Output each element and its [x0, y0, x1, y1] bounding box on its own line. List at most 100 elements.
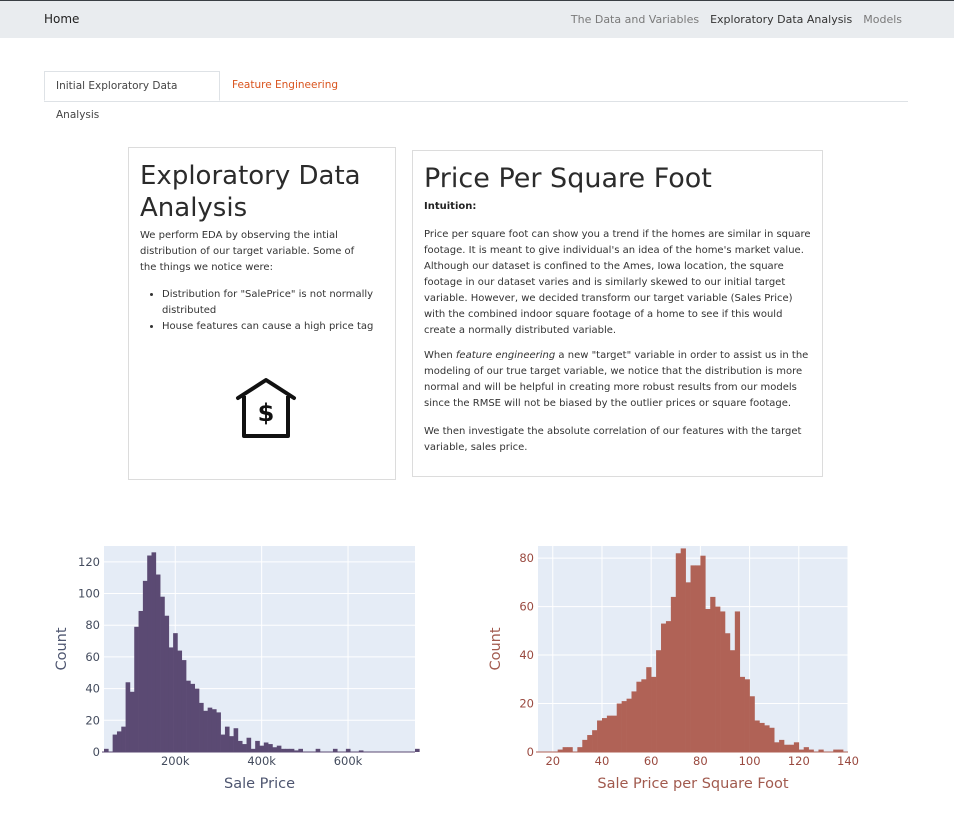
intuition-label: Intuition:	[424, 201, 477, 212]
histogram-bar	[203, 710, 208, 752]
histogram-bar	[229, 736, 234, 752]
tab-feature-engineering[interactable]: Feature Engineering	[221, 71, 349, 100]
x-tick-label: 80	[693, 754, 708, 768]
x-tick-label: 140	[837, 754, 859, 768]
histogram-bar	[621, 701, 627, 752]
nav-link-data-variables[interactable]: The Data and Variables	[571, 13, 699, 26]
histogram-bar	[168, 647, 174, 752]
histogram-bar	[268, 744, 273, 752]
y-tick-label: 20	[85, 713, 100, 727]
histogram-bar	[705, 609, 711, 752]
intuition-paragraph-1: Price per square foot can show you a tre…	[424, 229, 811, 336]
histogram-bar	[220, 734, 226, 752]
sale-price-histogram: 0 20 40 60 80 100 120 200k 400k 600k Sale Price Cou…	[54, 546, 420, 792]
histogram-bar	[651, 676, 657, 752]
tab-bar: Initial Exploratory Data Analysis Featur…	[44, 71, 908, 121]
price-per-sqft-title: Price Per Square Foot	[424, 163, 712, 194]
histogram-bar	[142, 580, 148, 752]
histogram-bar	[606, 715, 613, 752]
eda-card-bullets: Distribution for "SalePrice" is not norm…	[140, 287, 402, 335]
y-tick-label: 120	[78, 555, 100, 569]
histogram-bar	[116, 731, 122, 752]
nav-brand-home[interactable]: Home	[44, 12, 79, 26]
eda-card-intro: We perform EDA by observing the intial d…	[140, 230, 355, 273]
histogram-bar	[211, 709, 217, 752]
x-tick-label: 40	[595, 754, 610, 768]
y-axis-title: Count	[54, 627, 70, 670]
histogram-bar	[690, 565, 696, 752]
histogram-bar	[415, 748, 420, 752]
histogram-bar	[769, 727, 775, 752]
histogram-bar	[720, 611, 726, 752]
y-tick-label: 0	[93, 745, 100, 759]
y-axis-title: Count	[488, 627, 504, 670]
histogram-bar	[710, 596, 716, 752]
histogram-bar	[194, 688, 200, 752]
histogram-bar	[276, 745, 282, 752]
histogram-bar	[700, 555, 706, 752]
price-per-sqft-card: Price Per Square Foot Intuition: Price p…	[412, 150, 823, 477]
histogram-bar	[177, 650, 183, 752]
histogram-bar	[129, 691, 135, 752]
nav-link-eda[interactable]: Exploratory Data Analysis	[710, 13, 852, 26]
histogram-bar	[788, 744, 795, 752]
histogram-bar	[259, 745, 265, 752]
tab-initial-eda[interactable]: Initial Exploratory Data Analysis	[44, 71, 220, 121]
histogram-bar	[216, 712, 221, 752]
histogram-bar	[224, 726, 230, 752]
histogram-bar	[764, 725, 770, 752]
y-tick-label: 80	[519, 551, 534, 565]
histogram-bar	[779, 739, 785, 752]
histogram-bar	[695, 565, 701, 752]
x-tick-label: 600k	[334, 754, 363, 768]
y-tick-label: 80	[85, 618, 100, 632]
x-tick-label: 120	[788, 754, 810, 768]
histogram-bar	[680, 548, 686, 752]
y-tick-label: 60	[519, 600, 534, 614]
histogram-bar	[151, 552, 157, 752]
x-tick-label: 60	[644, 754, 659, 768]
histogram-bar	[685, 582, 691, 752]
house-dollar-icon: $	[236, 378, 296, 438]
histogram-bar	[199, 702, 204, 752]
x-tick-label: 200k	[161, 754, 190, 768]
histogram-bar	[641, 679, 647, 752]
histogram-bar	[749, 696, 755, 752]
histogram-bar	[656, 650, 662, 752]
y-tick-label: 100	[78, 587, 100, 601]
list-item: House features can cause a high price ta…	[162, 319, 402, 335]
histogram-bar	[263, 742, 269, 752]
y-tick-label: 0	[527, 745, 534, 759]
histogram-bar	[242, 744, 247, 752]
histogram-bar	[582, 739, 588, 752]
histogram-bar	[567, 747, 573, 752]
nav-link-models[interactable]: Models	[863, 13, 902, 26]
intuition-paragraph-3: We then investigate the absolute correla…	[424, 426, 802, 453]
histogram-bar	[754, 720, 760, 752]
histogram-bar	[592, 730, 598, 752]
histogram-bar	[636, 681, 642, 752]
histogram-bar	[774, 742, 780, 752]
x-tick-label: 20	[545, 754, 560, 768]
histogram-bar	[173, 633, 178, 752]
histogram-bar	[562, 747, 568, 752]
histogram-bar	[164, 615, 170, 752]
histogram-bar	[611, 715, 618, 752]
y-tick-label: 60	[85, 650, 100, 664]
list-item: Distribution for "SalePrice" is not norm…	[162, 287, 402, 319]
eda-card-title: Exploratory Data Analysis	[140, 161, 361, 223]
histogram-bar	[186, 680, 191, 752]
histogram-bar	[181, 660, 187, 752]
histogram-bar	[661, 623, 667, 752]
histogram-bar	[744, 679, 750, 752]
histogram-bar	[112, 734, 118, 752]
histogram-bar	[147, 555, 152, 752]
histogram-bar	[631, 691, 637, 752]
histogram-bar	[134, 626, 139, 752]
histogram-bar	[587, 735, 593, 752]
histogram-bar	[138, 610, 144, 752]
price-per-sqft-histogram: 0 20 40 60 80 20 40 60 80 100 120 140 Sale Price per…	[488, 546, 859, 792]
eda-card: Exploratory Data Analysis We perform EDA…	[128, 147, 396, 480]
histogram-bar	[729, 650, 736, 752]
histogram-bar	[160, 596, 165, 752]
